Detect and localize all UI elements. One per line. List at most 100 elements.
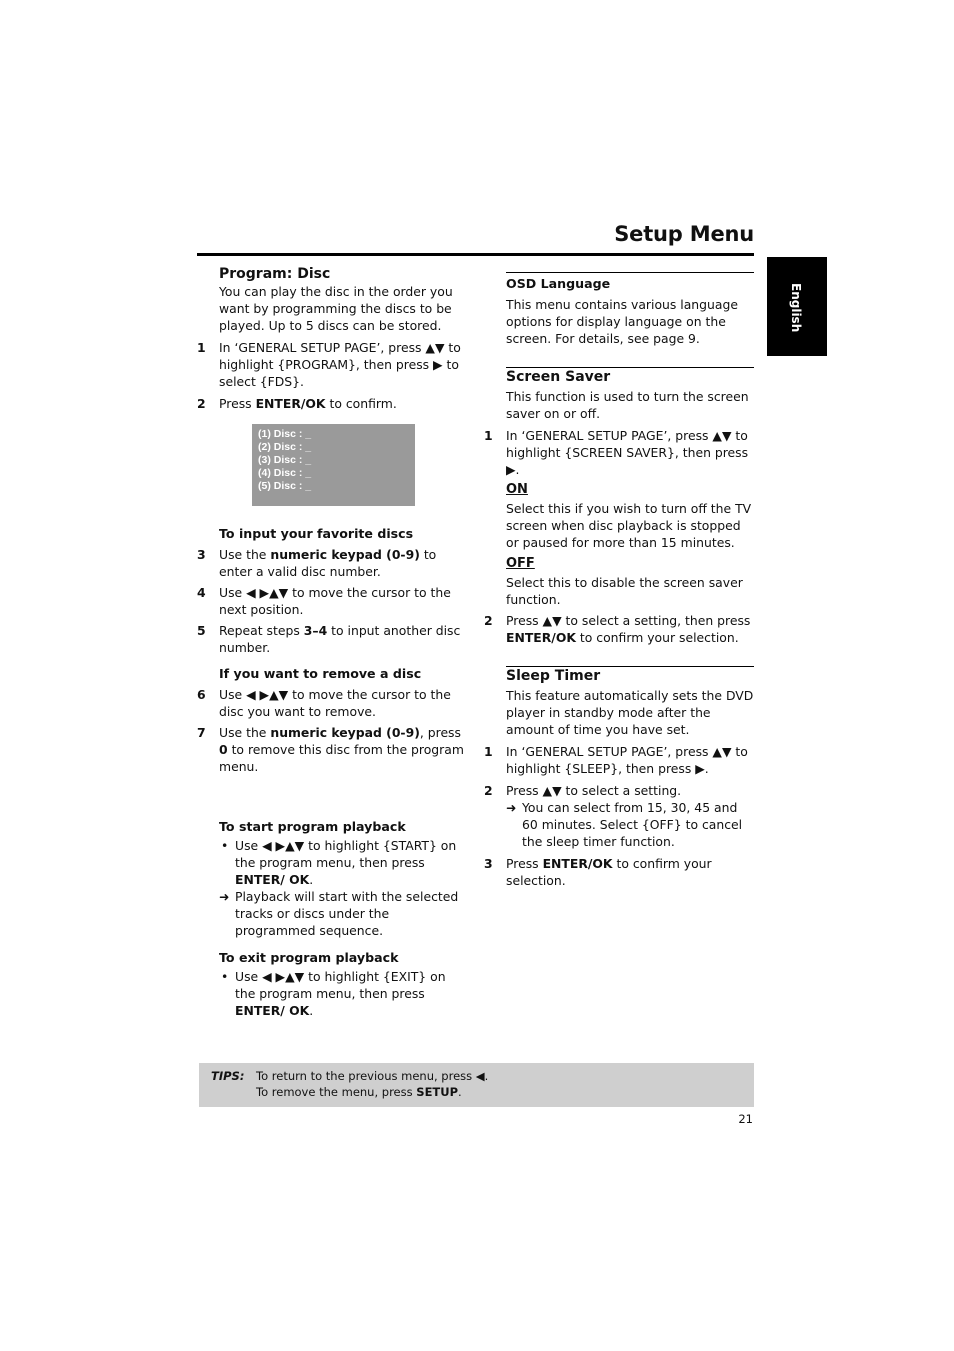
off-option-body: Select this to disable the screen saver …: [506, 575, 743, 607]
step-text: Repeat steps: [219, 623, 304, 638]
step-text: In ‘GENERAL SETUP PAGE’, press ▲▼ to hig…: [219, 340, 461, 389]
step-text: , press: [419, 725, 461, 740]
step-5: 5 Repeat steps 3–4 to input another disc…: [197, 622, 469, 656]
setup-key: SETUP: [416, 1085, 459, 1099]
section-rule: [506, 367, 754, 368]
step-number: 5: [197, 623, 206, 638]
tips-box: TIPS: To return to the previous menu, pr…: [199, 1063, 754, 1107]
sleep-step-3: 3 Press ENTER/OK to confirm your selecti…: [484, 855, 754, 889]
right-column: OSD Language This menu contains various …: [484, 266, 754, 889]
screen-saver-intro: This function is used to turn the screen…: [506, 389, 749, 421]
step-number: 1: [197, 340, 206, 355]
step-3: 3 Use the numeric keypad (0-9) to enter …: [197, 546, 469, 580]
bullet-text: .: [309, 872, 314, 887]
sleep-timer-heading: Sleep Timer: [506, 668, 601, 684]
step-text: Use ◀ ▶▲▼ to move the cursor to the next…: [219, 585, 451, 617]
osd-language-body: This menu contains various language opti…: [506, 297, 738, 346]
step-number: 3: [484, 856, 493, 871]
step-6: 6 Use ◀ ▶▲▼ to move the cursor to the di…: [197, 686, 469, 720]
step-text: to confirm your selection.: [575, 630, 739, 645]
numeric-keypad-key: numeric keypad (0-9): [270, 725, 420, 740]
remove-disc-heading: If you want to remove a disc: [219, 666, 422, 681]
tip-text: .: [458, 1085, 462, 1099]
page-title: Setup Menu: [614, 222, 754, 246]
screen-saver-heading: Screen Saver: [506, 369, 611, 385]
input-discs-heading: To input your favorite discs: [219, 526, 414, 541]
start-bullet: • Use ◀ ▶▲▼ to highlight {START} on the …: [197, 837, 469, 888]
step-text: In ‘GENERAL SETUP PAGE’, press ▲▼ to hig…: [506, 744, 748, 776]
tip-line: To remove the menu, press SETUP.: [256, 1084, 488, 1100]
step-number: 1: [484, 428, 493, 443]
step-text: Use ◀ ▶▲▼ to move the cursor to the disc…: [219, 687, 451, 719]
step-text: Press: [219, 396, 256, 411]
osd-disc-slot: (2) Disc : _: [258, 441, 312, 453]
sleep-step-1: 1 In ‘GENERAL SETUP PAGE’, press ▲▼ to h…: [484, 743, 754, 777]
steps-ref: 3–4: [303, 623, 328, 638]
bullet-icon: •: [221, 838, 229, 853]
osd-disc-slot: (3) Disc : _: [258, 454, 312, 466]
on-option-body: Select this if you wish to turn off the …: [506, 501, 752, 550]
enter-ok-key: ENTER/OK: [506, 630, 576, 645]
program-osd-screen: (1) Disc : _ (2) Disc : _ (3) Disc : _ (…: [252, 424, 415, 506]
arrow-right-icon: ➜: [219, 889, 230, 904]
program-disc-heading: Program: Disc: [219, 266, 331, 282]
page-number: 21: [738, 1112, 753, 1126]
start-playback-heading: To start program playback: [219, 819, 406, 834]
result-text: You can select from 15, 30, 45 and 60 mi…: [522, 800, 743, 849]
zero-key: 0: [219, 742, 228, 757]
step-text: Press ▲▼ to select a setting, then press: [506, 613, 751, 628]
step-text: to confirm.: [325, 396, 397, 411]
step-number: 6: [197, 687, 206, 702]
tip-line: To return to the previous menu, press ◀.: [256, 1069, 489, 1083]
step-text: In ‘GENERAL SETUP PAGE’, press ▲▼ to hig…: [506, 428, 749, 477]
enter-ok-key: ENTER/OK: [255, 396, 326, 411]
tip-text: To remove the menu, press: [256, 1085, 417, 1099]
section-rule: [506, 272, 754, 273]
osd-disc-slot: (1) Disc : _: [258, 428, 312, 440]
step-2: 2 Press ENTER/OK to confirm.: [197, 395, 469, 412]
exit-bullet: • Use ◀ ▶▲▼ to highlight {EXIT} on the p…: [197, 968, 469, 1019]
enter-ok-key: ENTER/ OK: [235, 1003, 310, 1018]
bullet-text: Use ◀ ▶▲▼ to highlight {EXIT} on the pro…: [235, 969, 446, 1001]
on-option-label: ON: [506, 482, 528, 497]
step-number: 1: [484, 744, 493, 759]
sleep-step-2: 2 Press ▲▼ to select a setting. ➜ You ca…: [484, 782, 754, 850]
step-number: 3: [197, 547, 206, 562]
step-text: to remove this disc from the program men…: [219, 742, 464, 774]
exit-playback-heading: To exit program playback: [219, 950, 399, 965]
language-tab-label: English: [789, 283, 803, 333]
step-number: 4: [197, 585, 206, 600]
step-1: 1 In ‘GENERAL SETUP PAGE’, press ▲▼ to h…: [197, 339, 469, 390]
step-7: 7 Use the numeric keypad (0-9), press 0 …: [197, 724, 469, 775]
step-number: 2: [484, 613, 493, 628]
tips-lines: To return to the previous menu, press ◀.…: [256, 1068, 488, 1100]
enter-ok-key: ENTER/ OK: [235, 872, 310, 887]
arrow-right-icon: ➜: [506, 800, 517, 815]
step-number: 2: [484, 783, 493, 798]
left-column: Program: Disc You can play the disc in t…: [197, 266, 469, 1019]
enter-ok-key: ENTER/OK: [542, 856, 613, 871]
osd-disc-slot: (5) Disc : _: [258, 480, 312, 492]
bullet-text: .: [309, 1003, 314, 1018]
bullet-icon: •: [221, 969, 229, 984]
osd-language-heading: OSD Language: [506, 276, 611, 291]
step-text: Use the: [219, 725, 271, 740]
section-rule: [506, 666, 754, 667]
result-text: Playback will start with the selected tr…: [235, 889, 459, 938]
step-number: 7: [197, 725, 206, 740]
language-tab: English: [767, 257, 827, 356]
sleep-step-2-result: ➜ You can select from 15, 30, 45 and 60 …: [506, 799, 754, 850]
step-4: 4 Use ◀ ▶▲▼ to move the cursor to the ne…: [197, 584, 469, 618]
tips-label: TIPS:: [211, 1069, 245, 1083]
start-result: ➜ Playback will start with the selected …: [197, 888, 469, 939]
bullet-text: Use ◀ ▶▲▼ to highlight {START} on the pr…: [235, 838, 457, 870]
title-rule: [197, 253, 754, 256]
numeric-keypad-key: numeric keypad (0-9): [270, 547, 420, 562]
sleep-timer-intro: This feature automatically sets the DVD …: [506, 688, 754, 737]
screen-saver-step-1: 1 In ‘GENERAL SETUP PAGE’, press ▲▼ to h…: [484, 427, 754, 478]
step-number: 2: [197, 396, 206, 411]
step-text: Press: [506, 856, 543, 871]
step-text: Press ▲▼ to select a setting.: [506, 783, 682, 798]
program-disc-intro: You can play the disc in the order you w…: [219, 284, 453, 333]
step-text: Use the: [219, 547, 271, 562]
